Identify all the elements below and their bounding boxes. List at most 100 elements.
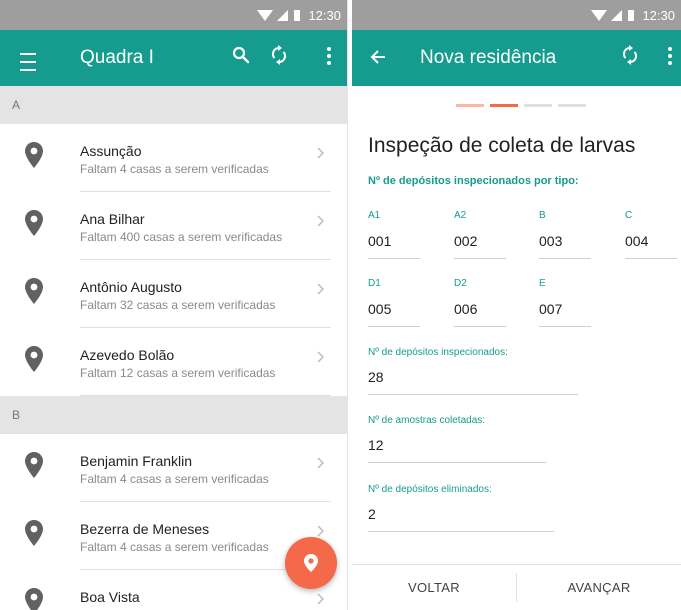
battery-icon xyxy=(294,9,301,21)
deposit-type-input[interactable]: 001 xyxy=(368,233,391,249)
street-list-screen: 12:30 Quadra I A Assunção Faltam 4 casas a… xyxy=(0,0,348,610)
street-list-item[interactable]: Azevedo Bolão Faltam 12 casas a serem ver… xyxy=(0,328,347,396)
bottom-navigation: VOLTAR AVANÇAR xyxy=(352,564,681,610)
deposit-type-label: E xyxy=(539,278,546,289)
chevron-right-icon xyxy=(317,350,325,368)
location-pin-icon xyxy=(25,142,43,173)
chevron-right-icon xyxy=(317,282,325,300)
deposit-type-label: B xyxy=(539,210,546,221)
app-bar-title: Nova residência xyxy=(420,47,557,68)
total-label: Nº de amostras coletadas: xyxy=(368,415,486,426)
status-bar: 12:30 xyxy=(0,0,347,30)
sync-icon[interactable] xyxy=(271,45,287,65)
signal-icon xyxy=(277,9,289,21)
step-indicator xyxy=(456,104,484,107)
deposit-type-input[interactable]: 007 xyxy=(539,301,562,317)
deposit-type-input[interactable]: 003 xyxy=(539,233,562,249)
total-label: Nº de depósitos inspecionados: xyxy=(368,347,508,358)
input-underline xyxy=(539,258,591,259)
back-button[interactable]: VOLTAR xyxy=(352,565,516,610)
street-list-item[interactable]: Ana Bilhar Faltam 400 casas a serem verif… xyxy=(0,192,347,260)
sync-icon[interactable] xyxy=(622,45,638,65)
street-list-item[interactable]: Benjamin Franklin Faltam 4 casas a serem … xyxy=(0,434,347,502)
deposit-type-input[interactable]: 005 xyxy=(368,301,391,317)
location-pin-icon xyxy=(304,554,318,572)
street-list-item[interactable]: Assunção Faltam 4 casas a serem verificad… xyxy=(0,124,347,192)
app-bar: Nova residência xyxy=(352,30,681,86)
step-indicator xyxy=(524,104,552,107)
location-pin-icon xyxy=(25,452,43,483)
location-pin-icon xyxy=(25,278,43,309)
houses-remaining: Faltam 12 casas a serem verificadas xyxy=(80,366,276,380)
deposit-type-label: A1 xyxy=(368,210,381,221)
deposit-type-label: A2 xyxy=(454,210,467,221)
input-underline xyxy=(454,258,506,259)
app-bar-title: Quadra I xyxy=(80,47,154,68)
street-name: Benjamin Franklin xyxy=(80,453,193,469)
input-underline xyxy=(368,394,578,395)
street-name: Antônio Augusto xyxy=(80,279,182,295)
form-title: Inspeção de coleta de larvas xyxy=(368,134,636,157)
input-underline xyxy=(368,462,546,463)
location-pin-icon xyxy=(25,520,43,551)
total-label: Nº de depósitos eliminados: xyxy=(368,484,492,495)
input-underline xyxy=(368,531,554,532)
input-underline xyxy=(368,326,420,327)
total-input[interactable]: 12 xyxy=(368,437,384,453)
status-time: 12:30 xyxy=(308,7,341,23)
total-input[interactable]: 28 xyxy=(368,369,384,385)
houses-remaining: Faltam 4 casas a serem verificadas xyxy=(80,540,269,554)
street-name: Assunção xyxy=(80,143,142,159)
input-underline xyxy=(539,326,591,327)
battery-icon xyxy=(628,9,635,21)
houses-remaining: Faltam 4 casas a serem verificadas xyxy=(80,472,269,486)
street-name: Ana Bilhar xyxy=(80,211,145,227)
deposit-type-input[interactable]: 002 xyxy=(454,233,477,249)
houses-remaining: Faltam 32 casas a serem verificadas xyxy=(80,298,276,312)
status-bar: 12:30 xyxy=(352,0,681,30)
form-subtitle: Nº de depósitos inspecionados por tipo: xyxy=(368,175,579,187)
deposit-type-label: C xyxy=(625,210,633,221)
input-underline xyxy=(625,258,677,259)
more-options-icon[interactable] xyxy=(668,47,672,65)
street-name: Azevedo Bolão xyxy=(80,347,175,363)
street-name: Bezerra de Meneses xyxy=(80,521,210,537)
app-bar: Quadra I xyxy=(0,30,347,86)
back-arrow-icon[interactable] xyxy=(370,49,386,65)
chevron-right-icon xyxy=(317,456,325,474)
section-header: B xyxy=(0,396,347,434)
status-time: 12:30 xyxy=(642,7,675,23)
street-list-item[interactable]: Antônio Augusto Faltam 32 casas a serem v… xyxy=(0,260,347,328)
more-options-icon[interactable] xyxy=(327,47,331,65)
wifi-icon xyxy=(257,9,274,21)
menu-icon[interactable] xyxy=(20,50,36,74)
deposit-type-label: D2 xyxy=(454,278,467,289)
next-button[interactable]: AVANÇAR xyxy=(517,565,681,610)
houses-remaining: Faltam 4 casas a serem verificadas xyxy=(80,162,269,176)
new-residence-screen: 12:30 Nova residência Inspeção de coleta… xyxy=(352,0,681,610)
section-header: A xyxy=(0,86,347,124)
step-indicator xyxy=(558,104,586,107)
location-pin-icon xyxy=(25,210,43,241)
signal-icon xyxy=(611,9,623,21)
location-pin-icon xyxy=(25,588,43,610)
wifi-icon xyxy=(591,9,608,21)
street-name: Boa Vista xyxy=(80,589,140,605)
chevron-right-icon xyxy=(317,146,325,164)
deposit-type-label: D1 xyxy=(368,278,381,289)
progress-stepper xyxy=(456,104,586,107)
list-divider xyxy=(80,395,331,396)
input-underline xyxy=(368,258,420,259)
add-location-button[interactable] xyxy=(285,537,337,589)
deposit-type-input[interactable]: 006 xyxy=(454,301,477,317)
chevron-right-icon xyxy=(317,592,325,610)
location-pin-icon xyxy=(25,346,43,377)
search-icon[interactable] xyxy=(232,46,250,64)
chevron-right-icon xyxy=(317,214,325,232)
street-list: A Assunção Faltam 4 casas a serem verifica… xyxy=(0,86,347,610)
deposit-type-input[interactable]: 004 xyxy=(625,233,648,249)
total-input[interactable]: 2 xyxy=(368,506,376,522)
step-indicator xyxy=(490,104,518,107)
houses-remaining: Faltam 400 casas a serem verificadas xyxy=(80,230,283,244)
input-underline xyxy=(454,326,506,327)
